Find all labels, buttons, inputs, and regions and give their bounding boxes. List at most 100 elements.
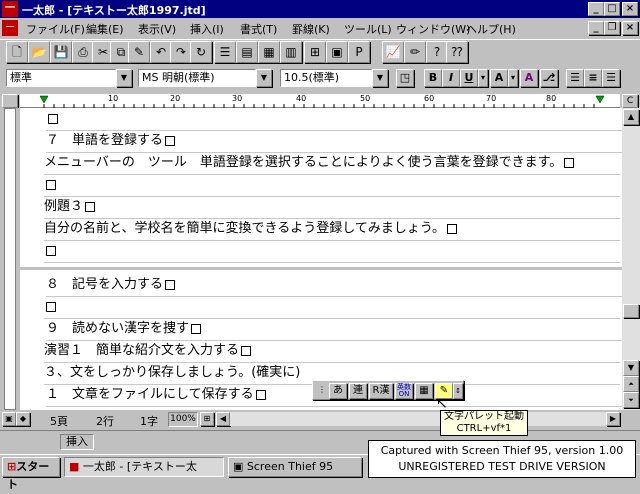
palette-hiragana-button[interactable]: あ [329,383,347,399]
vertical-scrollbar[interactable]: ▲ ▼ ⏶ ⏷ [622,108,640,410]
start-button[interactable]: ⊞スタート [2,457,60,491]
capture-line-2: UNREGISTERED TEST DRIVE VERSION [398,460,606,473]
print-icon[interactable]: ⎙ [72,41,94,63]
italic-button[interactable]: I [442,69,460,87]
palette-scroll-icon[interactable]: ↕ [453,383,463,399]
font-combo[interactable]: MS 明朝(標準) [138,69,256,87]
style-dropdown-icon[interactable]: ▼ [116,69,132,87]
ruler-unit-button[interactable]: C [622,94,638,108]
taskbar-screen-thief[interactable]: ▣ Screen Thief 95 [228,457,362,477]
align-left-icon[interactable]: ☰ [566,69,584,87]
scroll-up-icon[interactable]: ▲ [623,109,639,125]
doc-line[interactable]: ７ 単語を登録する [46,130,622,153]
doc-line[interactable]: 例題３ [44,196,620,219]
menu-help[interactable]: ヘルプ(H) [466,21,516,37]
scroll-thumb[interactable] [623,304,639,318]
save-icon[interactable]: 💾 [50,41,72,63]
align-right-icon[interactable]: ☰ [602,69,620,87]
next-page-icon[interactable]: ⏷ [623,392,639,408]
bold-button[interactable]: B [424,69,442,87]
context-help-icon[interactable]: ⁇ [446,41,468,63]
list-view-icon[interactable]: ☰ [214,41,236,63]
maximize-button[interactable]: □ [604,2,620,16]
underline-dropdown-icon[interactable]: ▾ [478,69,488,87]
horizontal-scrollbar[interactable] [230,412,610,426]
doc-line[interactable]: メニューバーの ツール 単語登録を選択することによりよく使う言葉を登録できます。 [44,152,620,175]
font-size-combo[interactable]: 10.5(標準) [280,69,372,87]
doc-line[interactable]: ９ 読めない漢字を捜す [46,318,622,341]
doc-line[interactable] [44,174,620,197]
scroll-down-icon[interactable]: ▼ [623,360,639,376]
doc-line[interactable] [44,240,620,263]
new-document-icon[interactable]: 🗋 [6,41,28,63]
taskbar-ichitaro[interactable]: ■ 一太郎 - [テキストー太 [64,457,224,477]
chart-icon[interactable]: 📈 [382,41,404,63]
style-combo[interactable]: 標準 [6,69,116,87]
ichitaro-app-icon[interactable]: 一 [2,1,18,17]
paragraph-mark-icon [46,179,56,190]
menu-window[interactable]: ウィンドウ(W) [396,21,470,37]
outline-icon[interactable]: ▤ [236,41,258,63]
doc-line[interactable]: ８ 記号を入力する [46,274,622,297]
zoom-level[interactable]: 100% [168,412,198,427]
table-icon[interactable]: ▦ [258,41,280,63]
zoom-icon[interactable]: ⊞ [200,412,214,426]
doc-line[interactable] [46,108,622,131]
paste-icon[interactable]: ✎ [128,41,150,63]
menu-view[interactable]: 表示(V) [138,21,176,37]
doc-line[interactable]: 自分の名前と、学校名を簡単に変換できるよう登録してみましょう。 [44,218,620,241]
font-dropdown-icon[interactable]: ▼ [256,69,272,87]
ruler-label-40: 40 [296,94,307,103]
grid-icon[interactable]: ⊞ [304,41,326,63]
undo-icon[interactable]: ↶ [150,41,172,63]
highlight-icon[interactable]: A [520,69,538,87]
ruler-corner[interactable] [2,94,18,108]
menu-edit[interactable]: 編集(E) [86,21,124,37]
special-char-icon[interactable]: ⎇ [540,69,558,87]
menu-bar: 一 ファイル(F) 編集(E) 表示(V) 挿入(I) 書式(T) 罫線(K) … [0,18,640,38]
doc-minimize-button[interactable]: _ [588,21,604,35]
prev-page-icon[interactable]: ⏶ [623,376,639,392]
repeat-icon[interactable]: ↻ [190,41,212,63]
status-column: 1字 [140,415,158,428]
size-dropdown-icon[interactable]: ▼ [372,69,388,87]
menu-format[interactable]: 書式(T) [240,21,277,37]
image-insert-icon[interactable]: ▣ [326,41,348,63]
palette-eisu-button[interactable]: 英数ON [395,383,413,399]
title-bar: 一 一太郎 - [テキストー太郎1997.jtd] _ □ × [0,0,640,18]
palette-pad-button[interactable]: ▦ [415,383,433,399]
status-prev-icon[interactable]: ◆ [16,412,30,426]
help-question-icon[interactable]: ? [426,41,448,63]
doc-close-button[interactable]: × [622,21,638,35]
doc-line[interactable] [44,296,620,319]
doc-line[interactable]: 演習１ 簡単な紹介文を入力する [44,340,620,363]
scroll-left-icon[interactable]: ◀ [216,412,230,426]
status-bar: ▣ ◆ 5頁 2行 1字 100% ⊞ ◀ ▶ [0,410,640,430]
draw-icon[interactable]: ✏ [404,41,426,63]
document-area[interactable]: ７ 単語を登録する メニューバーの ツール 単語登録を選択することによりよく使う… [20,108,622,410]
palette-renbun-button[interactable]: 連 [349,383,367,399]
doc-restore-button[interactable]: ❐ [604,21,620,35]
minimize-button[interactable]: _ [588,2,604,16]
columns-icon[interactable]: ▥ [280,41,302,63]
redo-icon[interactable]: ↷ [170,41,192,63]
ruler[interactable]: 10 20 30 40 50 60 70 80 [20,94,620,108]
font-color-dropdown-icon[interactable]: ▾ [508,69,518,87]
menu-ruled-line[interactable]: 罫線(K) [292,21,330,37]
page-layout-icon[interactable]: P [348,41,370,63]
status-menu-icon[interactable]: ▣ [2,412,16,426]
document-icon[interactable]: 一 [2,20,18,36]
underline-button[interactable]: U [460,69,478,87]
menu-tools[interactable]: ツール(L) [344,21,392,37]
paragraph-mark-icon [85,201,96,212]
palette-grip-icon[interactable]: ⋮ [317,383,327,399]
palette-romaji-button[interactable]: R漢 [369,383,393,399]
open-folder-icon[interactable]: 📂 [28,41,50,63]
menu-insert[interactable]: 挿入(I) [190,21,224,37]
menu-file[interactable]: ファイル(F) [26,21,85,37]
scroll-right-icon[interactable]: ▶ [606,412,620,426]
close-button[interactable]: × [622,2,638,16]
align-center-icon[interactable]: ≡ [584,69,602,87]
font-color-icon[interactable]: A [490,69,508,87]
style-apply-icon[interactable]: ◳ [396,69,414,87]
